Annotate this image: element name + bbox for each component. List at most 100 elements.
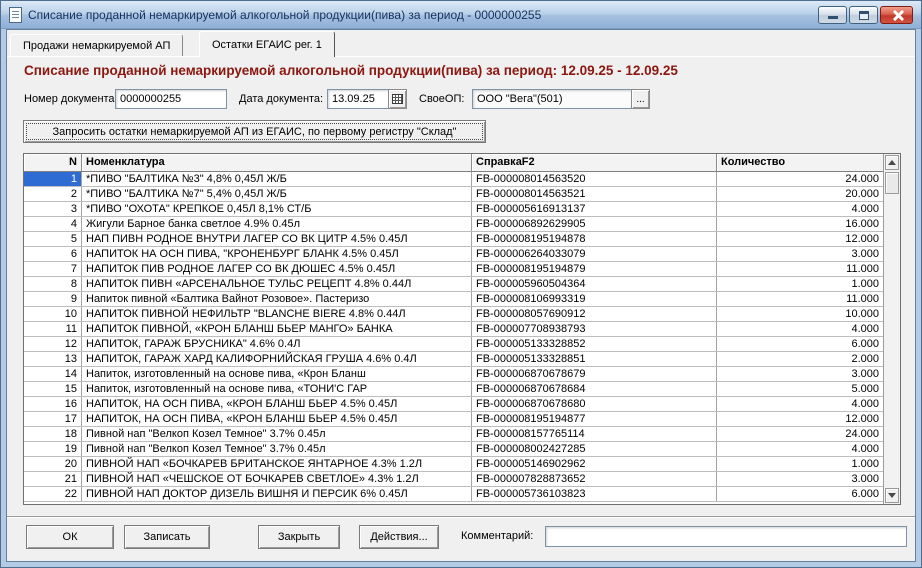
table-row[interactable]: 5 НАП ПИВН РОДНОЕ ВНУТРИ ЛАГЕР СО ВК ЦИТ… <box>24 232 883 247</box>
own-op-input[interactable] <box>472 89 632 109</box>
cell-ref[interactable]: FB-000006870678684 <box>472 382 717 396</box>
table-row[interactable]: 15 Напиток, изготовленный на основе пива… <box>24 382 883 397</box>
table-row[interactable]: 19 Пивной нап "Велкоп Козел Темное" 3.7%… <box>24 442 883 457</box>
cell-n[interactable]: 3 <box>24 202 82 216</box>
cell-name[interactable]: ПИВНОЙ НАП «ЧЕШСКОЕ ОТ БОЧКАРЕВ СВЕТЛОЕ»… <box>82 472 472 486</box>
column-header-n[interactable]: N <box>24 154 82 171</box>
cell-qty[interactable]: 12.000 <box>717 412 883 426</box>
cell-n[interactable]: 1 <box>24 172 82 186</box>
ellipsis-button[interactable]: ... <box>631 89 650 109</box>
scrollbar-thumb[interactable] <box>885 172 899 194</box>
vertical-scrollbar[interactable] <box>883 154 900 504</box>
cell-ref[interactable]: FB-000005960504364 <box>472 277 717 291</box>
cell-qty[interactable]: 5.000 <box>717 382 883 396</box>
cell-qty[interactable]: 6.000 <box>717 487 883 501</box>
cell-name[interactable]: НАПИТОК, ГАРАЖ ХАРД КАЛИФОРНИЙСКАЯ ГРУША… <box>82 352 472 366</box>
cell-ref[interactable]: FB-000006264033079 <box>472 247 717 261</box>
table-row[interactable]: 7 НАПИТОК ПИВ РОДНОЕ ЛАГЕР СО ВК ДЮШЕС 4… <box>24 262 883 277</box>
cell-n[interactable]: 8 <box>24 277 82 291</box>
cell-n[interactable]: 7 <box>24 262 82 276</box>
table-row[interactable]: 20 ПИВНОЙ НАП «БОЧКАРЕВ БРИТАНСКОЕ ЯНТАР… <box>24 457 883 472</box>
cell-ref[interactable]: FB-000005146902962 <box>472 457 717 471</box>
ok-button[interactable]: ОК <box>26 525 114 549</box>
table-row[interactable]: 16 НАПИТОК, НА ОСН ПИВА, «КРОН БЛАНШ БЬЕ… <box>24 397 883 412</box>
cell-n[interactable]: 2 <box>24 187 82 201</box>
table-row[interactable]: 3 *ПИВО "ОХОТА" КРЕПКОЕ 0,45Л 8,1% СТ/Б … <box>24 202 883 217</box>
cell-ref[interactable]: FB-000008106993319 <box>472 292 717 306</box>
table-row[interactable]: 13 НАПИТОК, ГАРАЖ ХАРД КАЛИФОРНИЙСКАЯ ГР… <box>24 352 883 367</box>
cell-name[interactable]: НАПИТОК, НА ОСН ПИВА, «КРОН БЛАНШ БЬЕР 4… <box>82 397 472 411</box>
cell-n[interactable]: 12 <box>24 337 82 351</box>
cell-name[interactable]: НАПИТОК ПИВНОЙ, «КРОН БЛАНШ БЬЕР МАНГО» … <box>82 322 472 336</box>
cell-qty[interactable]: 24.000 <box>717 427 883 441</box>
cell-qty[interactable]: 10.000 <box>717 307 883 321</box>
table-row[interactable]: 1 *ПИВО "БАЛТИКА №3" 4,8% 0,45Л Ж/Б FB-0… <box>24 172 883 187</box>
request-egais-remains-button[interactable]: Запросить остатки немаркируемой АП из ЕГ… <box>23 120 486 143</box>
maximize-button[interactable] <box>849 6 878 24</box>
cell-qty[interactable]: 20.000 <box>717 187 883 201</box>
cell-ref[interactable]: FB-000006870678680 <box>472 397 717 411</box>
cell-name[interactable]: Пивной нап "Велкоп Козел Темное" 3.7% 0.… <box>82 442 472 456</box>
cell-qty[interactable]: 24.000 <box>717 172 883 186</box>
actions-button[interactable]: Действия... <box>359 525 439 549</box>
cell-qty[interactable]: 4.000 <box>717 322 883 336</box>
cell-qty[interactable]: 11.000 <box>717 262 883 276</box>
cell-n[interactable]: 20 <box>24 457 82 471</box>
cell-qty[interactable]: 3.000 <box>717 247 883 261</box>
column-header-ref[interactable]: СправкаF2 <box>472 154 717 171</box>
cell-qty[interactable]: 4.000 <box>717 202 883 216</box>
cell-n[interactable]: 13 <box>24 352 82 366</box>
cell-ref[interactable]: FB-000005616913137 <box>472 202 717 216</box>
cell-ref[interactable]: FB-000005736103823 <box>472 487 717 501</box>
cell-n[interactable]: 6 <box>24 247 82 261</box>
cell-n[interactable]: 10 <box>24 307 82 321</box>
cell-qty[interactable]: 2.000 <box>717 352 883 366</box>
tab-egais-remains-reg1[interactable]: Остатки ЕГАИС рег. 1 <box>199 31 335 57</box>
cell-name[interactable]: НАПИТОК, ГАРАЖ БРУСНИКА" 4.6% 0.4Л <box>82 337 472 351</box>
comment-input[interactable] <box>545 526 907 547</box>
cell-name[interactable]: Напиток пивной «Балтика Вайнот Розовое».… <box>82 292 472 306</box>
cell-n[interactable]: 15 <box>24 382 82 396</box>
cell-ref[interactable]: FB-000007708938793 <box>472 322 717 336</box>
cell-ref[interactable]: FB-000007828873652 <box>472 472 717 486</box>
cell-name[interactable]: Напиток, изготовленный на основе пива, «… <box>82 367 472 381</box>
tab-sales-unmarked-ap[interactable]: Продажи немаркируемой АП <box>10 34 183 56</box>
cell-n[interactable]: 17 <box>24 412 82 426</box>
close-button[interactable] <box>880 6 913 24</box>
cell-ref[interactable]: FB-000008002427285 <box>472 442 717 456</box>
save-button[interactable]: Записать <box>124 525 210 549</box>
cell-ref[interactable]: FB-000008195194877 <box>472 412 717 426</box>
cell-name[interactable]: НАПИТОК, НА ОСН ПИВА, «КРОН БЛАНШ БЬЕР 4… <box>82 412 472 426</box>
cell-ref[interactable]: FB-000008057690912 <box>472 307 717 321</box>
table-row[interactable]: 17 НАПИТОК, НА ОСН ПИВА, «КРОН БЛАНШ БЬЕ… <box>24 412 883 427</box>
table-row[interactable]: 8 НАПИТОК ПИВН «АРСЕНАЛЬНОЕ ТУЛЬС РЕЦЕПТ… <box>24 277 883 292</box>
cell-ref[interactable]: FB-000008195194878 <box>472 232 717 246</box>
table-row[interactable]: 18 Пивной нап "Велкоп Козел Темное" 3.7%… <box>24 427 883 442</box>
cell-n[interactable]: 11 <box>24 322 82 336</box>
cell-ref[interactable]: FB-000008195194879 <box>472 262 717 276</box>
scroll-up-button[interactable] <box>885 155 899 170</box>
close-dialog-button[interactable]: Закрыть <box>258 525 340 549</box>
cell-ref[interactable]: FB-000008014563521 <box>472 187 717 201</box>
table-row[interactable]: 22 ПИВНОЙ НАП ДОКТОР ДИЗЕЛЬ ВИШНЯ И ПЕРС… <box>24 487 883 502</box>
cell-n[interactable]: 18 <box>24 427 82 441</box>
cell-qty[interactable]: 12.000 <box>717 232 883 246</box>
table-row[interactable]: 9 Напиток пивной «Балтика Вайнот Розовое… <box>24 292 883 307</box>
cell-name[interactable]: Жигули Барное банка светлое 4.9% 0.45л <box>82 217 472 231</box>
minimize-button[interactable] <box>818 6 847 24</box>
table-row[interactable]: 10 НАПИТОК ПИВНОЙ НЕФИЛЬТР "BLANCHE BIER… <box>24 307 883 322</box>
cell-qty[interactable]: 16.000 <box>717 217 883 231</box>
cell-qty[interactable]: 1.000 <box>717 277 883 291</box>
cell-n[interactable]: 5 <box>24 232 82 246</box>
cell-ref[interactable]: FB-000006870678679 <box>472 367 717 381</box>
cell-qty[interactable]: 1.000 <box>717 457 883 471</box>
cell-name[interactable]: *ПИВО "ОХОТА" КРЕПКОЕ 0,45Л 8,1% СТ/Б <box>82 202 472 216</box>
cell-name[interactable]: НАП ПИВН РОДНОЕ ВНУТРИ ЛАГЕР СО ВК ЦИТР … <box>82 232 472 246</box>
cell-name[interactable]: Пивной нап "Велкоп Козел Темное" 3.7% 0.… <box>82 427 472 441</box>
cell-name[interactable]: *ПИВО "БАЛТИКА №7" 5,4% 0,45Л Ж/Б <box>82 187 472 201</box>
cell-qty[interactable]: 3.000 <box>717 367 883 381</box>
cell-n[interactable]: 4 <box>24 217 82 231</box>
cell-qty[interactable]: 3.000 <box>717 472 883 486</box>
cell-n[interactable]: 22 <box>24 487 82 501</box>
cell-qty[interactable]: 4.000 <box>717 442 883 456</box>
